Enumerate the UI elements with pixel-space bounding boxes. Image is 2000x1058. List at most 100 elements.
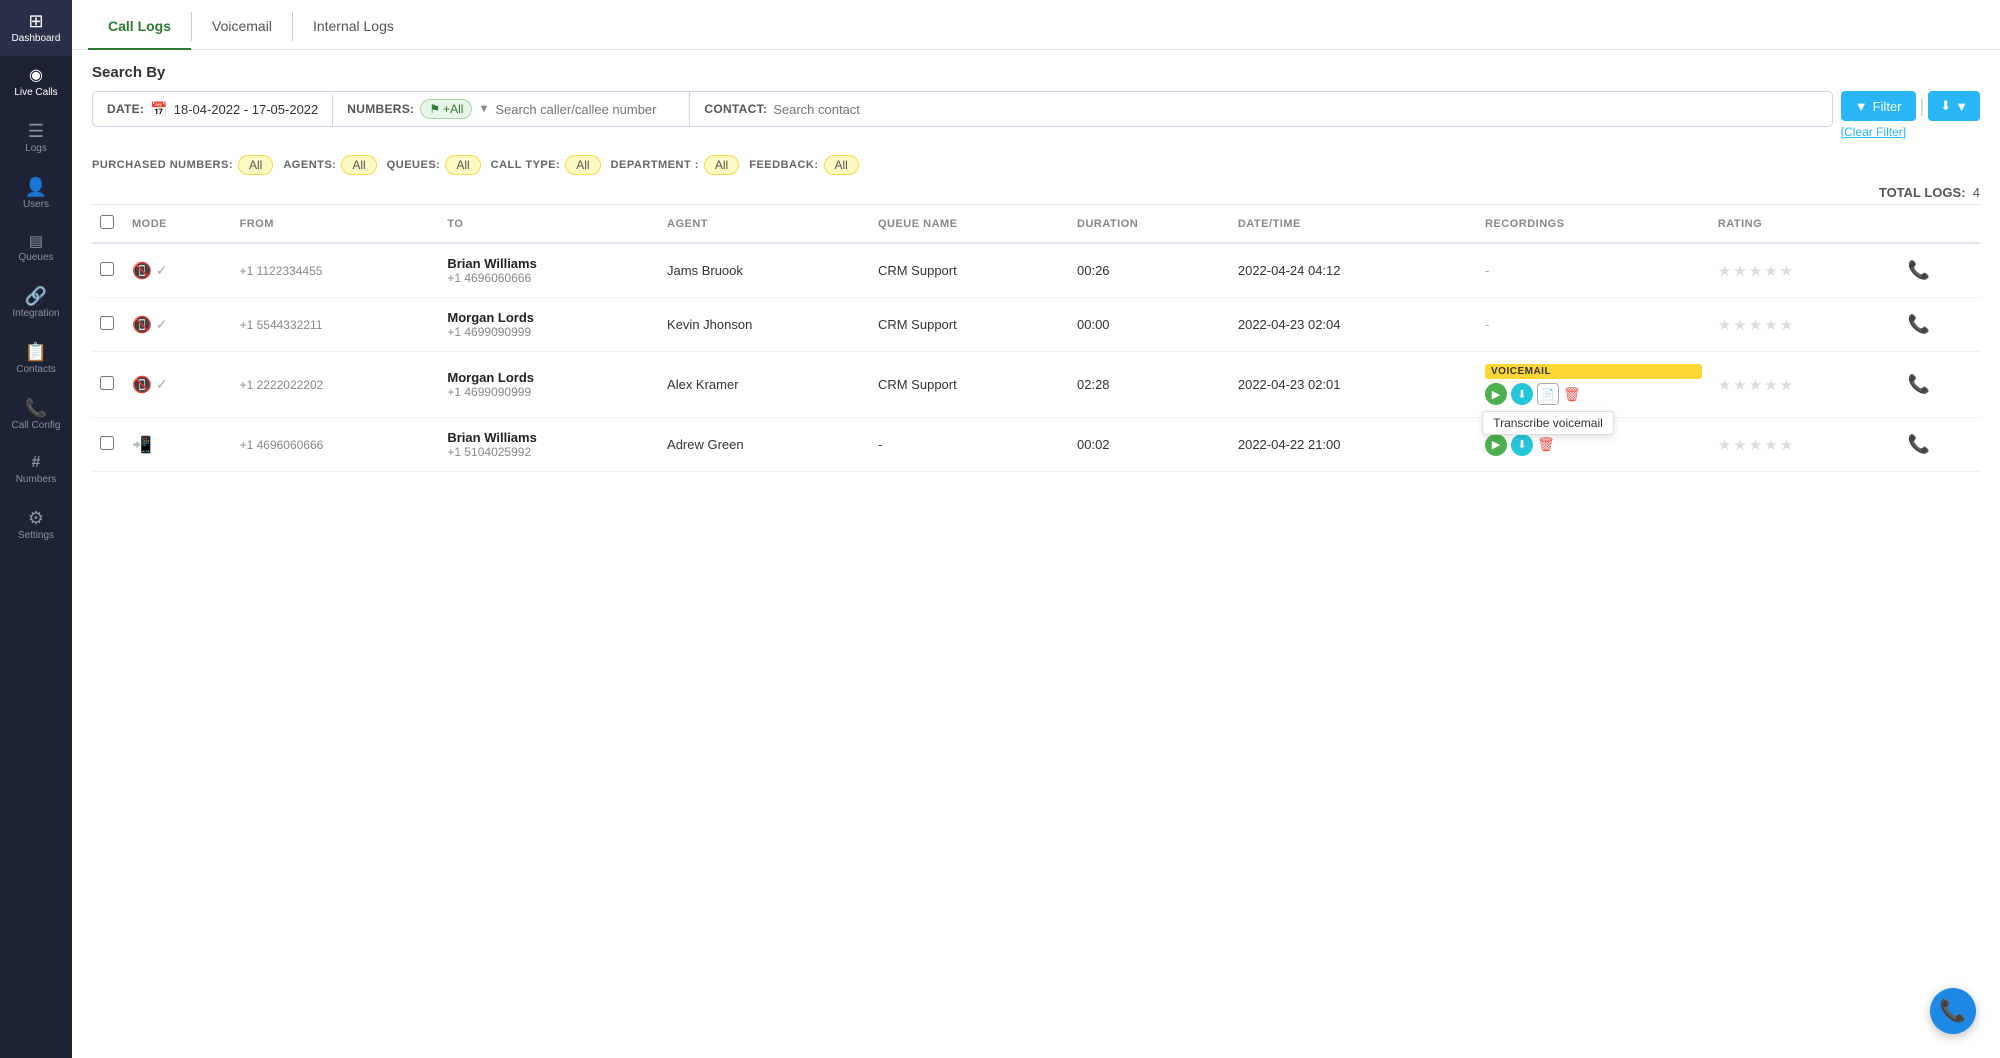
select-all-checkbox[interactable] [100,215,114,229]
row3-transcribe-button[interactable]: 📄 [1537,383,1559,405]
row1-checkbox [92,243,124,298]
row3-from-num: +1 2222022202 [240,378,432,392]
agents-badge[interactable]: All [341,155,376,175]
row2-from: +1 5544332211 [232,298,440,352]
date-value[interactable]: 18-04-2022 - 17-05-2022 [174,102,319,117]
filter-button[interactable]: ▼ Filter [1841,91,1916,121]
tab-voicemail[interactable]: Voicemail [192,4,292,50]
row1-to-name: Brian Williams [447,256,651,271]
row4-call-button[interactable]: 📞 [1908,434,1930,455]
purchased-numbers-label: PURCHASED NUMBERS: [92,159,233,171]
th-to: TO [439,205,659,244]
sidebar-item-logs[interactable]: ☰ Logs [0,110,72,166]
sidebar-item-settings[interactable]: ⚙ Settings [0,497,72,553]
feedback-filter: FEEDBACK: All [749,155,859,175]
row1-select[interactable] [100,262,114,276]
th-actions [1900,205,1980,244]
call-type-badge[interactable]: All [565,155,600,175]
sidebar-label-call-config: Call Config [12,421,61,431]
filter-icon: ▼ [1855,99,1868,114]
department-filter: DEPARTMENT : All [611,155,740,175]
row4-datetime: 2022-04-22 21:00 [1230,418,1477,472]
sidebar-label-dashboard: Dashboard [12,34,61,44]
row4-download-button[interactable]: ⬇ [1511,434,1533,456]
flag-icon: ⚑ [429,102,440,116]
contact-search-input[interactable] [773,102,1818,117]
th-agent: AGENT [659,205,870,244]
row1-call-button[interactable]: 📞 [1908,260,1930,281]
queues-filter: QUEUES: All [387,155,481,175]
tab-call-logs[interactable]: Call Logs [88,4,191,50]
feedback-label: FEEDBACK: [749,159,818,171]
total-logs-row: TOTAL LOGS: 4 [72,181,2000,204]
feedback-badge[interactable]: All [824,155,859,175]
sidebar-item-integration[interactable]: 🔗 Integration [0,275,72,331]
row3-play-button[interactable]: ▶ [1485,383,1507,405]
row4-play-button[interactable]: ▶ [1485,434,1507,456]
row2-select[interactable] [100,316,114,330]
row1-mode: 📵 ✓ [124,243,232,298]
tab-internal-logs[interactable]: Internal Logs [293,4,414,50]
numbers-badge[interactable]: ⚑ +All [420,99,472,119]
row1-recordings: - [1477,243,1710,298]
purchased-numbers-badge[interactable]: All [238,155,273,175]
row2-duration: 00:00 [1069,298,1230,352]
row3-delete-button[interactable]: 🗑 [1563,386,1581,403]
row4-agent: Adrew Green [659,418,870,472]
row3-download-button[interactable]: ⬇ [1511,383,1533,405]
call-config-icon: 📞 [25,399,47,417]
row4-to: Brian Williams +1 5104025992 [439,418,659,472]
row3-call-button[interactable]: 📞 [1908,374,1930,395]
row2-to-name: Morgan Lords [447,310,651,325]
sidebar-item-users[interactable]: 👤 Users [0,166,72,222]
date-label: DATE: [107,102,144,116]
missed-call-icon: 📵 [132,375,152,395]
sidebar-label-queues: Queues [18,253,53,263]
numbers-search-input[interactable] [495,102,675,117]
clear-filter-link[interactable]: [Clear Filter] [1841,125,1906,139]
row3-to-num: +1 4699090999 [447,385,651,399]
row2-action: 📞 [1900,298,1980,352]
search-title: Search By [92,64,1980,81]
sidebar-item-call-config[interactable]: 📞 Call Config [0,387,72,443]
row1-action: 📞 [1900,243,1980,298]
row4-select[interactable] [100,436,114,450]
row2-checkbox [92,298,124,352]
calls-table: MODE FROM TO AGENT QUEUE NAME DURATION D… [92,204,1980,472]
row1-rating: ★ ★ ★ ★ ★ [1710,243,1900,298]
row4-queue: - [870,418,1069,472]
row2-rating: ★ ★ ★ ★ ★ [1710,298,1900,352]
row1-queue: CRM Support [870,243,1069,298]
contact-segment: CONTACT: [690,95,1831,124]
th-from: FROM [232,205,440,244]
row1-from: +1 1122334455 [232,243,440,298]
sidebar-item-numbers[interactable]: # Numbers [0,443,72,497]
row4-delete-button[interactable]: 🗑 [1537,436,1555,453]
date-segment: DATE: 📅 18-04-2022 - 17-05-2022 [93,94,333,125]
row3-duration: 02:28 [1069,352,1230,418]
sidebar-label-integration: Integration [12,309,59,319]
sidebar-item-live-calls[interactable]: ◉ Live Calls [0,56,72,110]
export-button[interactable]: ⬇ ▼ [1928,91,1980,121]
row3-action: 📞 [1900,352,1980,418]
fab-call-button[interactable]: 📞 [1930,988,1976,1034]
sidebar-item-queues[interactable]: ▤ Queues [0,222,72,275]
row3-select[interactable] [100,376,114,390]
row2-call-button[interactable]: 📞 [1908,314,1930,335]
department-badge[interactable]: All [704,155,739,175]
row2-agent: Kevin Jhonson [659,298,870,352]
numbers-icon: # [32,455,41,471]
th-queue-name: QUEUE NAME [870,205,1069,244]
queues-badge[interactable]: All [445,155,480,175]
row1-to: Brian Williams +1 4696060666 [439,243,659,298]
sidebar-label-contacts: Contacts [16,365,55,375]
row3-mode: 📵 ✓ [124,352,232,418]
voicemail-badge: VOICEMAIL [1485,364,1702,379]
th-checkbox [92,205,124,244]
row4-rating: ★ ★ ★ ★ ★ [1710,418,1900,472]
sidebar-item-dashboard[interactable]: ⊞ Dashboard [0,0,72,56]
row3-recordings: VOICEMAIL ▶ ⬇ 📄 Transcribe voicemail 🗑 [1477,352,1710,418]
agents-label: AGENTS: [283,159,336,171]
sidebar-item-contacts[interactable]: 📋 Contacts [0,331,72,387]
table-row: 📵 ✓ +1 1122334455 Brian Williams +1 4696… [92,243,1980,298]
